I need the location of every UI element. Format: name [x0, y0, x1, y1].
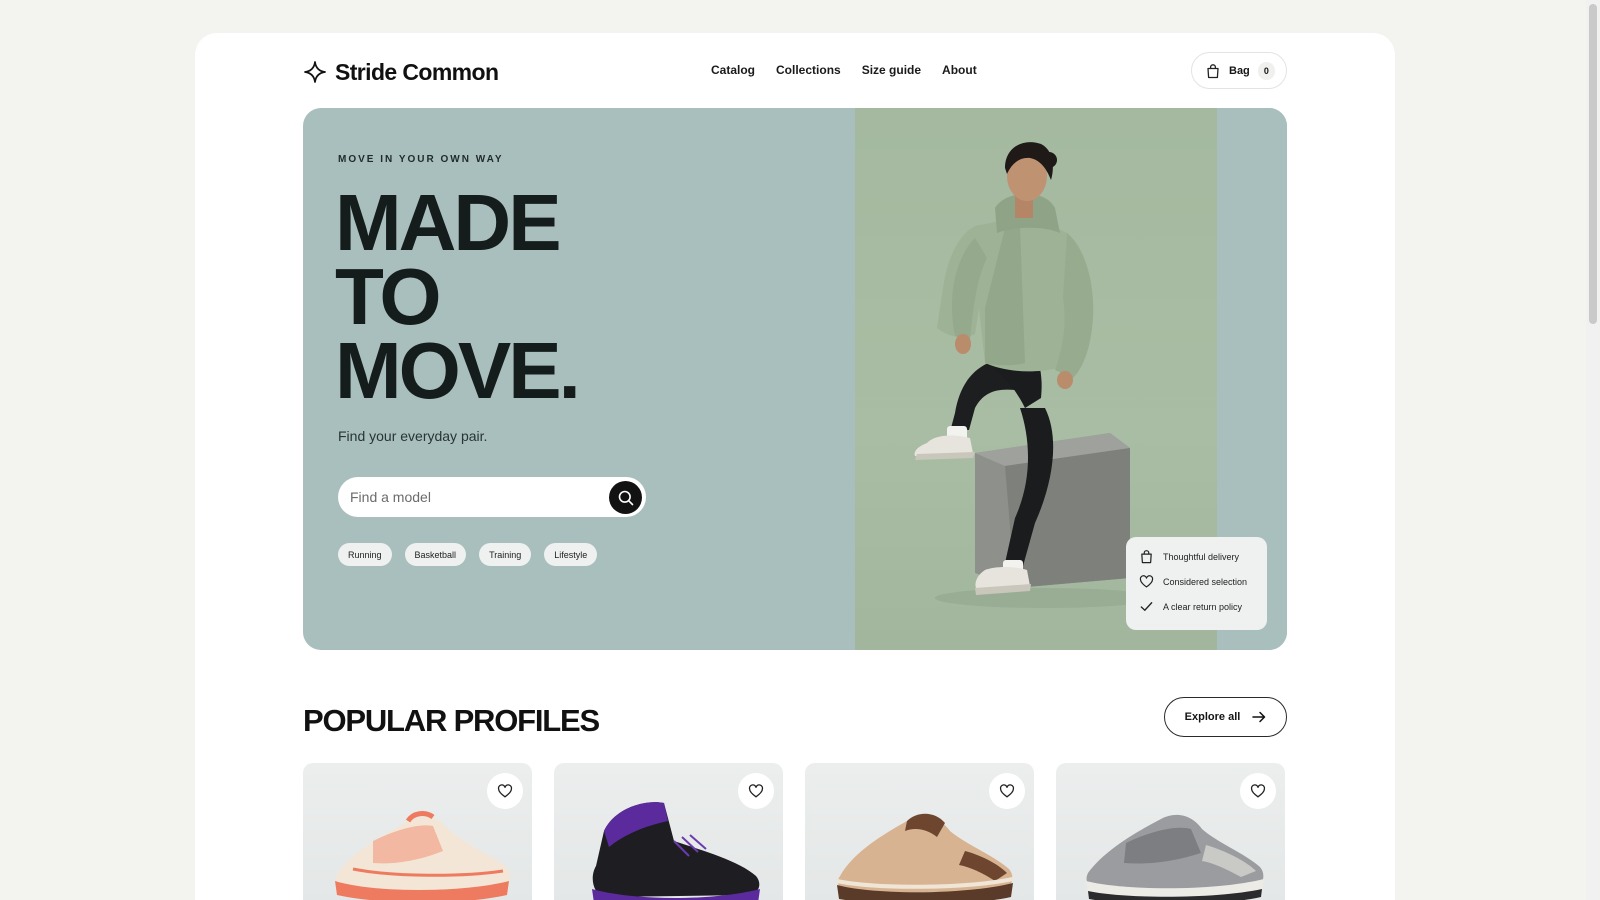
- bag-label: Bag: [1229, 64, 1250, 77]
- sparkle-star-icon: [303, 60, 327, 84]
- product-grid: [303, 763, 1285, 900]
- service-badges: Thoughtful delivery Considered selection…: [1126, 537, 1267, 630]
- heart-icon: [999, 784, 1015, 798]
- product-card[interactable]: [554, 763, 783, 900]
- heart-icon: [1250, 784, 1266, 798]
- nav-about[interactable]: About: [942, 63, 977, 77]
- check-icon: [1139, 599, 1154, 614]
- favorite-button[interactable]: [1240, 773, 1276, 809]
- nav-collections[interactable]: Collections: [776, 63, 841, 77]
- hero-eyebrow: MOVE IN YOUR OWN WAY: [338, 154, 504, 165]
- nav-size-guide[interactable]: Size guide: [862, 63, 921, 77]
- scrollbar-thumb[interactable]: [1589, 4, 1597, 324]
- main-nav: Catalog Collections Size guide About: [711, 63, 977, 77]
- search-input[interactable]: [350, 489, 600, 505]
- favorite-button[interactable]: [989, 773, 1025, 809]
- search-icon: [618, 490, 633, 505]
- badge-selection: Considered selection: [1139, 573, 1254, 590]
- heart-icon: [1139, 574, 1154, 589]
- model-search: [338, 477, 646, 517]
- nav-catalog[interactable]: Catalog: [711, 63, 755, 77]
- category-chips: Running Basketball Training Lifestyle: [338, 543, 598, 566]
- heart-icon: [497, 784, 513, 798]
- brand-name: Stride Common: [335, 58, 499, 85]
- chip-running[interactable]: Running: [338, 543, 392, 566]
- page-card: Stride Common Catalog Collections Size g…: [195, 33, 1395, 900]
- hero-banner: MOVE IN YOUR OWN WAY MADE TO MOVE. Find …: [303, 108, 1287, 650]
- bag-count-badge: 0: [1257, 61, 1275, 80]
- chip-basketball[interactable]: Basketball: [404, 543, 467, 566]
- product-card[interactable]: [1056, 763, 1285, 900]
- badge-delivery: Thoughtful delivery: [1139, 548, 1254, 565]
- hero-headline-line: MOVE.: [335, 326, 581, 415]
- badge-returns: A clear return policy: [1139, 598, 1254, 615]
- favorite-button[interactable]: [487, 773, 523, 809]
- page-scrollbar[interactable]: [1586, 0, 1600, 900]
- search-button[interactable]: [609, 481, 642, 514]
- brand-logo[interactable]: Stride Common: [303, 57, 499, 87]
- badge-text: A clear return policy: [1163, 601, 1243, 612]
- hero-headline: MADE TO MOVE.: [335, 178, 581, 415]
- product-card[interactable]: [805, 763, 1034, 900]
- badge-text: Considered selection: [1163, 576, 1248, 587]
- badge-text: Thoughtful delivery: [1163, 551, 1240, 562]
- hero-headline-line: TO: [335, 252, 442, 341]
- arrow-right-icon: [1252, 711, 1266, 723]
- explore-all-label: Explore all: [1184, 711, 1241, 723]
- section-title-popular: POPULAR PROFILES: [303, 703, 600, 738]
- shopping-bag-icon: [1205, 63, 1221, 79]
- hero-headline-line: MADE: [335, 178, 562, 267]
- hero-subline: Find your everyday pair.: [338, 428, 488, 444]
- heart-icon: [748, 784, 764, 798]
- explore-all-button[interactable]: Explore all: [1164, 697, 1287, 737]
- chip-training[interactable]: Training: [479, 543, 532, 566]
- shopping-bag-icon: [1139, 549, 1154, 564]
- chip-lifestyle[interactable]: Lifestyle: [544, 543, 598, 566]
- product-card[interactable]: [303, 763, 532, 900]
- favorite-button[interactable]: [738, 773, 774, 809]
- bag-button[interactable]: Bag 0: [1191, 52, 1287, 89]
